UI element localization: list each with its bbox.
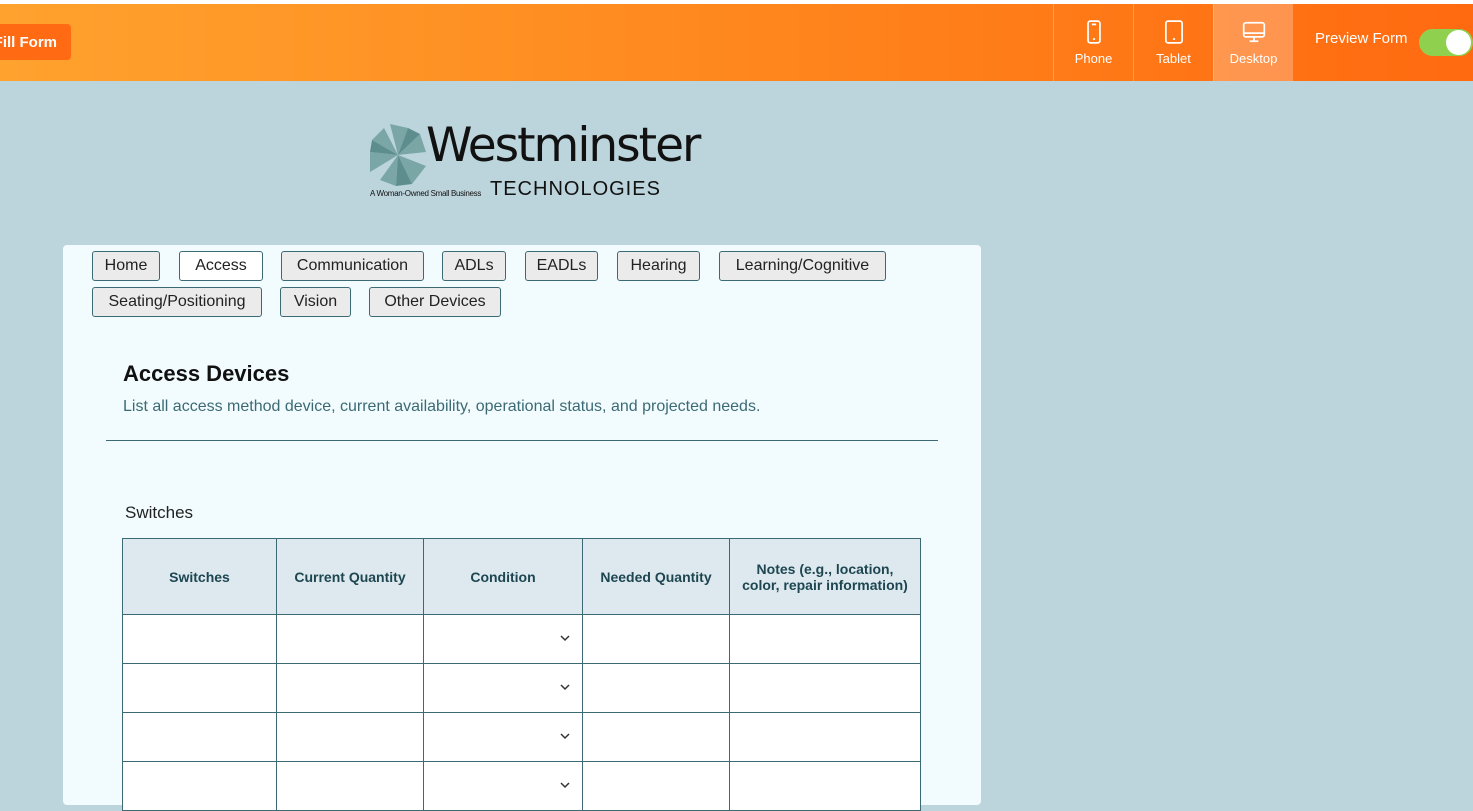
current-quantity-cell[interactable]: [276, 663, 424, 713]
condition-select[interactable]: [423, 614, 583, 664]
column-header: Needed Quantity: [582, 538, 730, 615]
preview-form-label: Preview Form: [1315, 30, 1408, 47]
toggle-knob: [1446, 30, 1471, 55]
tab-communication[interactable]: Communication: [281, 251, 424, 281]
needed-quantity-cell[interactable]: [582, 712, 730, 762]
device-desktop-button[interactable]: Desktop: [1213, 4, 1293, 81]
fill-form-button[interactable]: Fill Form: [0, 24, 71, 60]
condition-select[interactable]: [423, 761, 583, 811]
tab-vision[interactable]: Vision: [280, 287, 351, 317]
chevron-down-icon: [560, 733, 570, 740]
table-header-row: Switches Current Quantity Condition Need…: [122, 538, 921, 615]
section-divider: [106, 440, 938, 441]
tab-hearing[interactable]: Hearing: [617, 251, 700, 281]
notes-cell[interactable]: [729, 712, 921, 762]
condition-select[interactable]: [423, 712, 583, 762]
current-quantity-cell[interactable]: [276, 712, 424, 762]
logo-name: Westminster: [426, 118, 701, 173]
device-phone-button[interactable]: Phone: [1053, 4, 1133, 81]
preview-form-toggle[interactable]: [1419, 29, 1473, 56]
phone-icon: [1086, 20, 1101, 44]
device-tablet-label: Tablet: [1156, 51, 1191, 66]
switch-name-cell[interactable]: [122, 761, 277, 811]
pinwheel-logo-icon: [370, 124, 426, 186]
chevron-down-icon: [560, 684, 570, 691]
table-label: Switches: [125, 503, 194, 522]
tab-learning-cognitive[interactable]: Learning/Cognitive: [719, 251, 886, 281]
desktop-icon: [1242, 21, 1265, 43]
current-quantity-cell[interactable]: [276, 761, 424, 811]
switch-name-cell[interactable]: [122, 614, 277, 664]
top-toolbar: Fill Form Phone Tablet Desktop Preview F…: [0, 4, 1473, 81]
column-header: Current Quantity: [276, 538, 424, 615]
needed-quantity-cell[interactable]: [582, 614, 730, 664]
column-header: Notes (e.g., location, color, repair inf…: [729, 538, 921, 615]
condition-select[interactable]: [423, 663, 583, 713]
tab-eadls[interactable]: EADLs: [525, 251, 598, 281]
switch-name-cell[interactable]: [122, 712, 277, 762]
page-title: Access Devices: [123, 361, 290, 386]
chevron-down-icon: [560, 635, 570, 642]
notes-cell[interactable]: [729, 663, 921, 713]
switch-name-cell[interactable]: [122, 663, 277, 713]
company-logo: Westminster TECHNOLOGIES A Woman-Owned S…: [368, 118, 701, 204]
tab-other-devices[interactable]: Other Devices: [369, 287, 501, 317]
table-row: [122, 663, 921, 713]
column-header: Switches: [122, 538, 277, 615]
notes-cell[interactable]: [729, 761, 921, 811]
tab-seating-positioning[interactable]: Seating/Positioning: [92, 287, 262, 317]
tab-home[interactable]: Home: [92, 251, 160, 281]
chevron-down-icon: [560, 782, 570, 789]
form-panel: Home Access Communication ADLs EADLs Hea…: [63, 245, 981, 811]
logo-subtitle: TECHNOLOGIES: [490, 178, 661, 200]
table-row: [122, 761, 921, 811]
tab-adls[interactable]: ADLs: [442, 251, 506, 281]
device-phone-label: Phone: [1074, 51, 1113, 66]
notes-cell[interactable]: [729, 614, 921, 664]
table-row: [122, 614, 921, 664]
tablet-icon: [1164, 20, 1183, 44]
switches-table: Switches Current Quantity Condition Need…: [122, 538, 921, 811]
table-row: [122, 712, 921, 762]
logo-tagline: A Woman-Owned Small Business: [370, 189, 482, 198]
current-quantity-cell[interactable]: [276, 614, 424, 664]
device-tablet-button[interactable]: Tablet: [1133, 4, 1213, 81]
needed-quantity-cell[interactable]: [582, 663, 730, 713]
column-header: Condition: [423, 538, 583, 615]
tab-access[interactable]: Access: [179, 251, 263, 281]
page-description: List all access method device, current a…: [123, 398, 761, 415]
needed-quantity-cell[interactable]: [582, 761, 730, 811]
device-desktop-label: Desktop: [1229, 51, 1278, 66]
device-switcher: Phone Tablet Desktop: [1053, 4, 1293, 81]
